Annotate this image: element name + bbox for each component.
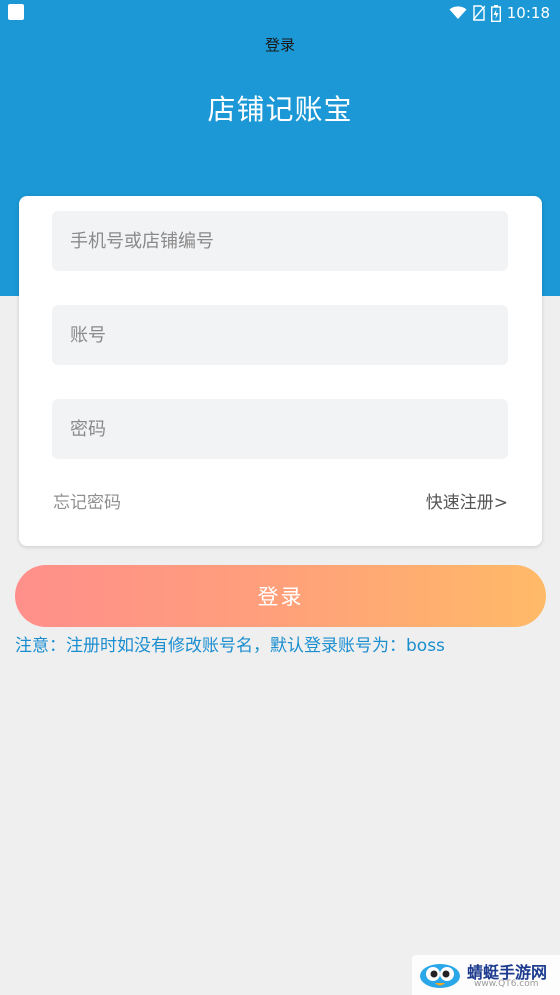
status-icons: 10:18 bbox=[449, 3, 550, 23]
notification-icon bbox=[8, 4, 24, 20]
watermark-url: www.QT6.com bbox=[474, 979, 539, 989]
quick-register-link[interactable]: 快速注册> bbox=[426, 488, 508, 513]
password-input[interactable] bbox=[52, 399, 508, 459]
login-button[interactable]: 登录 bbox=[15, 565, 546, 627]
login-card: 忘记密码 快速注册> bbox=[19, 196, 542, 546]
account-input[interactable] bbox=[52, 305, 508, 365]
status-bar: 10:18 bbox=[0, 0, 560, 26]
watermark: 蜻蜓手游网 www.QT6.com bbox=[412, 955, 560, 995]
dragonfly-logo-icon bbox=[420, 964, 460, 988]
default-account-notice: 注意：注册时如没有修改账号名，默认登录账号为：boss bbox=[15, 636, 445, 656]
app-title: 店铺记账宝 bbox=[207, 93, 353, 126]
forgot-password-link[interactable]: 忘记密码 bbox=[53, 488, 121, 513]
no-sim-icon bbox=[472, 5, 485, 21]
wifi-icon bbox=[449, 6, 467, 19]
nav-title: 登录 bbox=[264, 36, 295, 54]
battery-icon bbox=[490, 4, 501, 22]
store-number-input[interactable] bbox=[52, 211, 508, 271]
clock: 10:18 bbox=[506, 4, 550, 22]
